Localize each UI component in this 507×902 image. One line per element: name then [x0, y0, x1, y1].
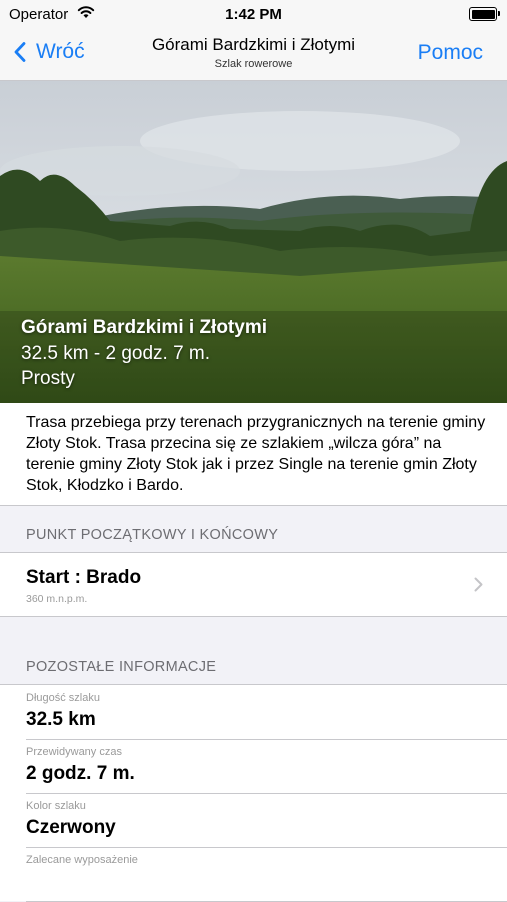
hero-distance-time: 32.5 km - 2 godz. 7 m. [21, 343, 211, 364]
info-row-length: Długość szlaku 32.5 km [26, 685, 507, 740]
status-time: 1:42 PM [225, 6, 282, 23]
start-end-section-header: PUNKT POCZĄTKOWY I KOŃCOWY [26, 527, 279, 543]
info-row-label: Przewidywany czas [26, 746, 122, 758]
info-row-label: Zalecane wyposażenie [26, 854, 138, 866]
navigation-bar: Wróć Górami Bardzkimi i Złotymi Szlak ro… [0, 28, 507, 81]
info-row-time: Przewidywany czas 2 godz. 7 m. [26, 739, 507, 794]
battery-icon [469, 7, 500, 21]
start-point-cell[interactable]: Start : Brado 360 m.n.p.m. [0, 552, 507, 617]
start-point-elevation: 360 m.n.p.m. [26, 593, 88, 605]
other-info-section-header: POZOSTAŁE INFORMACJE [26, 659, 217, 675]
info-row-value: 32.5 km [26, 709, 96, 730]
info-row-value: 2 godz. 7 m. [26, 763, 135, 784]
other-info-list: Długość szlaku 32.5 km Przewidywany czas… [0, 684, 507, 902]
chevron-right-icon [474, 577, 483, 592]
info-row-value: Czerwony [26, 817, 116, 838]
info-row-equipment: Zalecane wyposażenie [26, 847, 507, 902]
start-point-label: Start : Brado [26, 567, 142, 588]
trail-photo: Górami Bardzkimi i Złotymi 32.5 km - 2 g… [0, 81, 507, 403]
description-text: Trasa przebiega przy terenach przygranic… [26, 414, 486, 494]
info-row-label: Kolor szlaku [26, 800, 86, 812]
info-row-label: Długość szlaku [26, 692, 100, 704]
info-row-color: Kolor szlaku Czerwony [26, 793, 507, 848]
hero-difficulty: Prosty [21, 368, 75, 389]
trail-description: Trasa przebiega przy terenach przygranic… [0, 403, 507, 506]
status-bar: Operator 1:42 PM [0, 0, 507, 28]
help-button[interactable]: Pomoc [418, 41, 483, 65]
hero-trail-title: Górami Bardzkimi i Złotymi [21, 317, 267, 338]
